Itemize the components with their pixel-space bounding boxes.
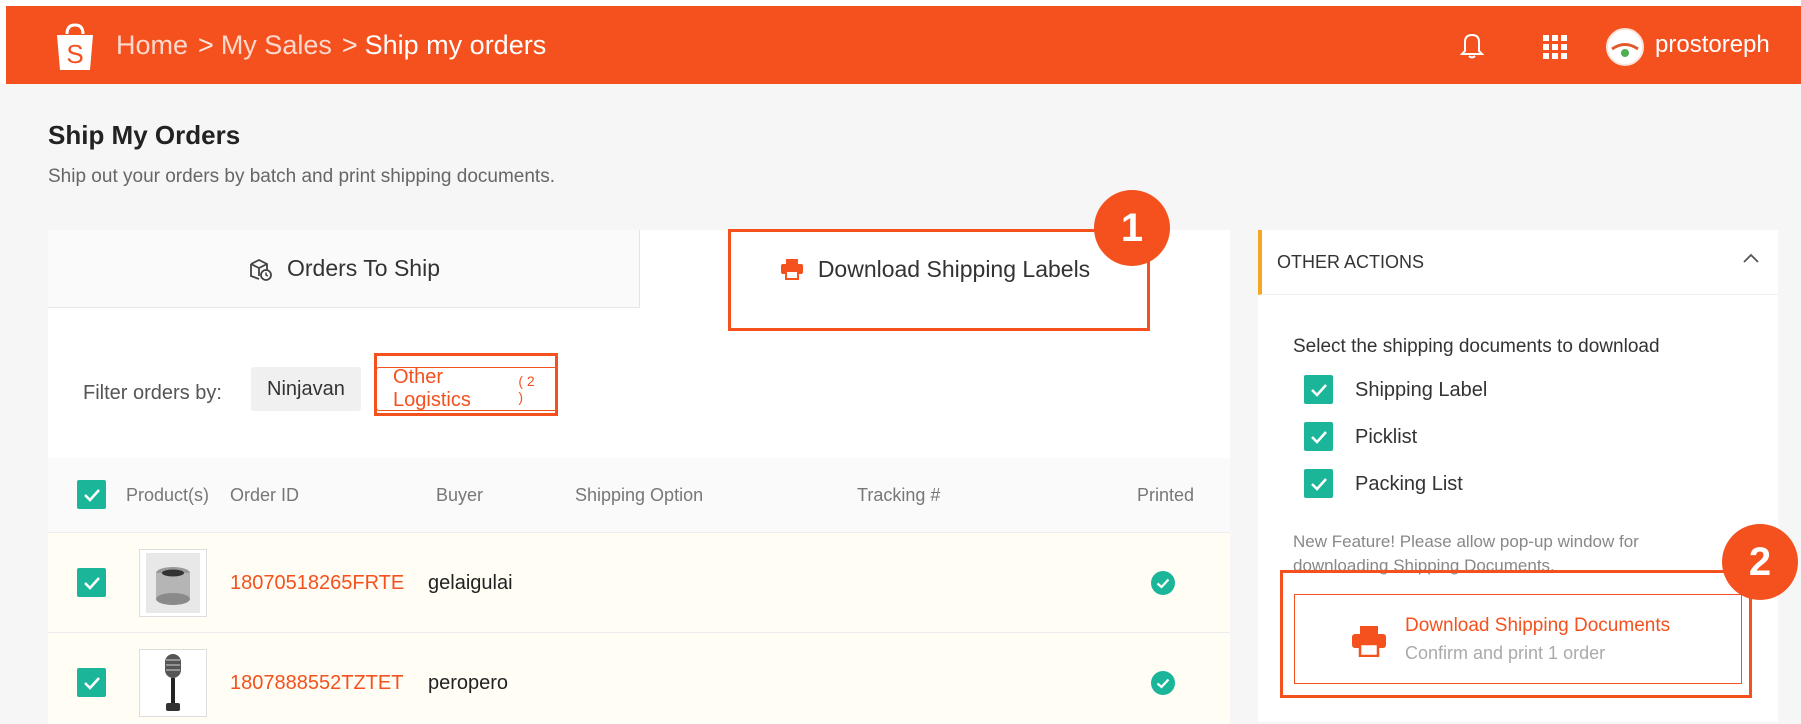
product-thumbnail[interactable]	[139, 549, 207, 617]
option-label: Shipping Label	[1355, 379, 1488, 401]
column-tracking: Tracking #	[857, 484, 941, 505]
select-all-checkbox[interactable]	[77, 480, 106, 509]
product-thumbnail[interactable]	[139, 649, 207, 717]
option-label: Picklist	[1355, 426, 1418, 448]
option-checkbox[interactable]	[1304, 469, 1333, 498]
order-id-link[interactable]: 1807888552TZTET	[230, 633, 403, 724]
printed-check-icon	[1151, 571, 1175, 595]
checkmark-icon	[83, 676, 100, 690]
tab-orders-to-ship[interactable]: Orders To Ship	[48, 230, 640, 308]
bell-icon[interactable]	[1458, 30, 1486, 60]
breadcrumb-my-sales[interactable]: My Sales	[221, 30, 332, 61]
option-picklist[interactable]: Picklist	[1304, 422, 1704, 452]
highlight-box-download-button	[1280, 570, 1752, 698]
breadcrumb-separator: >	[341, 29, 358, 60]
highlight-box-other-logistics	[374, 353, 558, 416]
checkmark-icon	[83, 576, 100, 590]
microphone-icon	[153, 651, 193, 715]
table-row[interactable]: 18070518265FRTE gelaigulai	[48, 532, 1230, 632]
checkmark-icon	[1310, 477, 1327, 491]
option-packing-list[interactable]: Packing List	[1304, 469, 1704, 499]
column-shipping-option: Shipping Option	[575, 484, 704, 505]
breadcrumb: Home > My Sales > Ship my orders	[116, 6, 546, 84]
shop-logo-icon[interactable]: S	[53, 22, 97, 72]
option-label: Packing List	[1355, 473, 1463, 495]
speaker-icon	[146, 553, 200, 613]
page-title: Ship My Orders	[48, 120, 241, 150]
chevron-up-icon[interactable]	[1742, 252, 1760, 264]
username[interactable]: prostoreph	[1655, 6, 1770, 84]
top-bar: S Home > My Sales > Ship my orders prost…	[6, 6, 1801, 84]
documents-prompt: Select the shipping documents to downloa…	[1293, 336, 1660, 357]
step-marker-2: 2	[1722, 524, 1798, 600]
filter-ninjavan-chip[interactable]: Ninjavan	[251, 367, 361, 411]
buyer-name: gelaigulai	[428, 571, 513, 594]
printed-check-icon	[1151, 671, 1175, 695]
avatar-logo-icon	[1608, 30, 1642, 64]
column-buyer: Buyer	[436, 484, 484, 505]
option-checkbox[interactable]	[1304, 375, 1333, 404]
column-order-id: Order ID	[230, 484, 300, 505]
breadcrumb-home[interactable]: Home	[116, 30, 188, 61]
order-id-link[interactable]: 18070518265FRTE	[230, 533, 404, 633]
tab-label: Orders To Ship	[287, 255, 440, 281]
avatar[interactable]	[1606, 28, 1644, 66]
apps-grid-icon[interactable]	[1542, 34, 1568, 60]
column-printed: Printed	[1137, 484, 1195, 505]
other-actions-title: OTHER ACTIONS	[1277, 251, 1425, 272]
checkmark-icon	[83, 488, 100, 502]
step-marker-1: 1	[1094, 190, 1170, 266]
package-clock-icon	[250, 258, 272, 281]
table-header: Product(s) Order ID Buyer Shipping Optio…	[48, 458, 1230, 532]
option-checkbox[interactable]	[1304, 422, 1333, 451]
page-subtitle: Ship out your orders by batch and print …	[48, 166, 555, 187]
table-row[interactable]: 1807888552TZTET peropero	[48, 632, 1230, 724]
filter-label: Filter orders by:	[83, 382, 222, 404]
highlight-box-labels-tab	[728, 229, 1150, 331]
option-shipping-label[interactable]: Shipping Label	[1304, 375, 1704, 405]
row-checkbox[interactable]	[77, 568, 106, 597]
checkmark-icon	[1310, 383, 1327, 397]
breadcrumb-separator: >	[198, 29, 214, 60]
checkmark-icon	[1310, 430, 1327, 444]
buyer-name: peropero	[428, 671, 509, 694]
other-actions-header[interactable]: OTHER ACTIONS	[1258, 230, 1778, 295]
row-checkbox[interactable]	[77, 668, 106, 697]
breadcrumb-current: Ship my orders	[364, 29, 547, 60]
column-products: Product(s)	[126, 484, 210, 505]
svg-text:S: S	[66, 39, 83, 69]
